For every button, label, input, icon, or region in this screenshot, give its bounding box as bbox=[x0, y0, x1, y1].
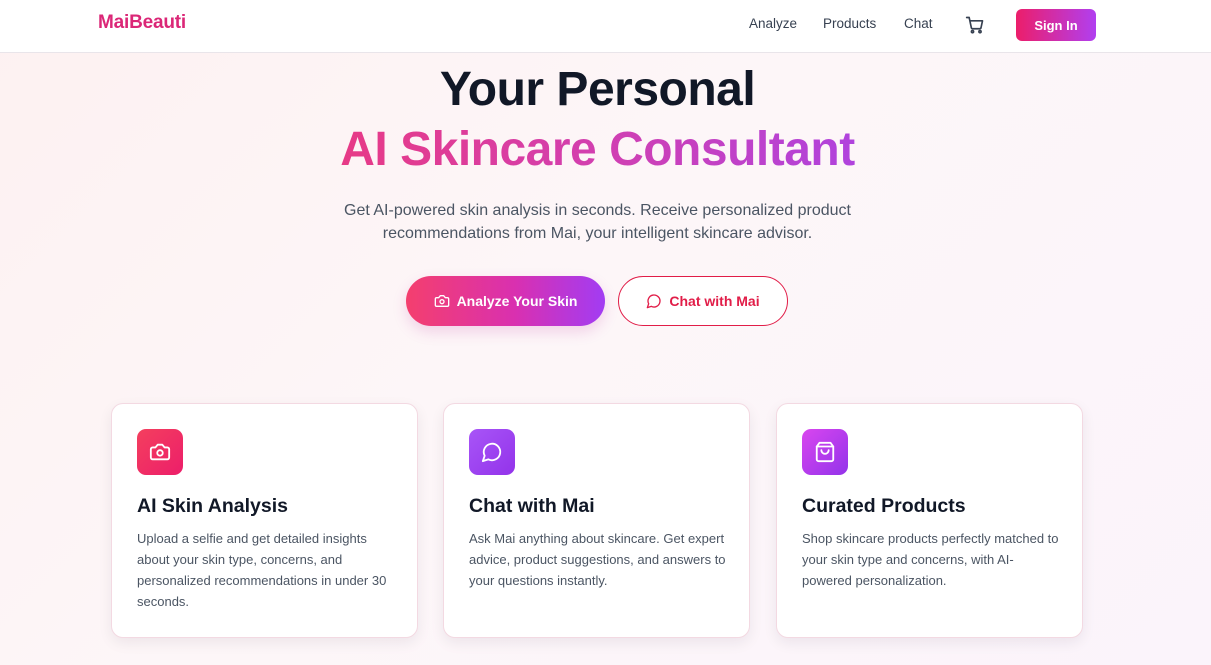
feature-description: Upload a selfie and get detailed insight… bbox=[137, 531, 387, 609]
top-navbar: MaiBeauti Analyze Products Chat Sign In bbox=[0, 0, 1211, 53]
nav-link-products[interactable]: Products bbox=[823, 16, 876, 31]
chat-bubble-icon bbox=[469, 429, 515, 475]
hero-title-highlight-text: AI Skincare Consultant bbox=[340, 123, 855, 176]
hero-title-highlight: AI Skincare Consultant bbox=[0, 122, 1195, 177]
analyze-your-skin-label: Analyze Your Skin bbox=[456, 293, 578, 309]
nav-link-chat[interactable]: Chat bbox=[904, 16, 933, 31]
hero-title: Your Personal bbox=[439, 63, 756, 116]
feature-description: Ask Mai anything about skincare. Get exp… bbox=[469, 531, 726, 588]
brand-logo[interactable]: MaiBeauti bbox=[98, 12, 186, 34]
hero-subtitle-line-2: recommendations from Mai, your intellige… bbox=[382, 225, 813, 242]
feature-card-products: Curated Products Shop skincare products … bbox=[776, 403, 1083, 638]
camera-icon bbox=[434, 293, 450, 309]
shopping-cart-icon[interactable] bbox=[965, 15, 985, 35]
feature-title: Chat with Mai bbox=[469, 495, 595, 517]
hero-subtitle-line-1: Get AI-powered skin analysis in seconds.… bbox=[344, 202, 851, 219]
hero-subtitle: Get AI-powered skin analysis in seconds.… bbox=[300, 199, 895, 245]
chat-with-mai-label: Chat with Mai bbox=[669, 293, 760, 309]
feature-title: AI Skin Analysis bbox=[137, 495, 289, 517]
analyze-your-skin-button[interactable]: Analyze Your Skin bbox=[406, 276, 605, 326]
shopping-bag-icon bbox=[802, 429, 848, 475]
nav-link-analyze[interactable]: Analyze bbox=[749, 16, 797, 31]
feature-card-chat: Chat with Mai Ask Mai anything about ski… bbox=[443, 403, 750, 638]
feature-description: Shop skincare products perfectly matched… bbox=[802, 531, 1059, 588]
feature-card-skin-analysis: AI Skin Analysis Upload a selfie and get… bbox=[111, 403, 418, 638]
chat-bubble-icon bbox=[646, 293, 662, 309]
sign-in-button[interactable]: Sign In bbox=[1016, 9, 1096, 41]
feature-title: Curated Products bbox=[802, 495, 966, 517]
chat-with-mai-button[interactable]: Chat with Mai bbox=[618, 276, 788, 326]
camera-icon bbox=[137, 429, 183, 475]
